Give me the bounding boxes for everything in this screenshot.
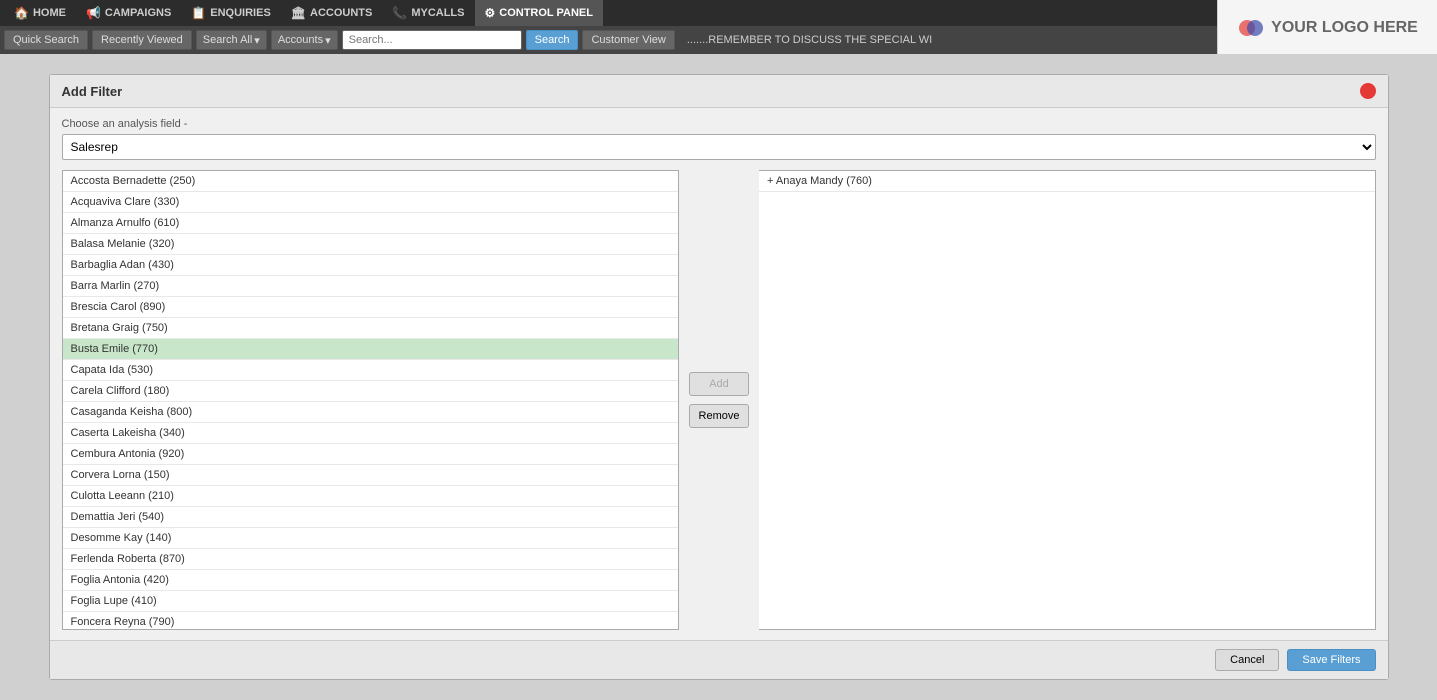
modal-header: Add Filter (50, 75, 1388, 108)
list-item[interactable]: Caserta Lakeisha (340) (63, 423, 679, 444)
modal-footer: Cancel Save Filters (50, 640, 1388, 679)
nav-enquiries[interactable]: 📋 ENQUIRIES (181, 0, 280, 26)
field-label: Choose an analysis field - (62, 118, 1376, 130)
logo-icon (1237, 14, 1265, 42)
campaigns-icon: 📢 (86, 6, 101, 20)
customer-view-button[interactable]: Customer View (582, 30, 674, 50)
list-item[interactable]: + Anaya Mandy (760) (759, 171, 1375, 192)
list-item[interactable]: Corvera Lorna (150) (63, 465, 679, 486)
mycalls-icon: 📞 (392, 6, 407, 20)
recently-viewed-button[interactable]: Recently Viewed (92, 30, 192, 50)
nav-mycalls[interactable]: 📞 MYCALLS (382, 0, 474, 26)
left-list-panel[interactable]: Accosta Bernadette (250)Acquaviva Clare … (62, 170, 680, 630)
enquiries-icon: 📋 (191, 6, 206, 20)
list-item[interactable]: Desomme Kay (140) (63, 528, 679, 549)
list-item[interactable]: Demattia Jeri (540) (63, 507, 679, 528)
chevron-down-icon: ▾ (254, 34, 260, 47)
list-item[interactable]: Bretana Graig (750) (63, 318, 679, 339)
search-all-select[interactable]: Search All ▾ (196, 30, 267, 50)
list-item[interactable]: Barra Marlin (270) (63, 276, 679, 297)
logo: YOUR LOGO HERE (1237, 14, 1418, 42)
list-item[interactable]: Balasa Melanie (320) (63, 234, 679, 255)
list-item[interactable]: Foglia Lupe (410) (63, 591, 679, 612)
nav-campaigns[interactable]: 📢 CAMPAIGNS (76, 0, 181, 26)
list-item[interactable]: Acquaviva Clare (330) (63, 192, 679, 213)
list-area: Accosta Bernadette (250)Acquaviva Clare … (62, 170, 1376, 630)
modal-close-button[interactable] (1360, 83, 1376, 99)
list-item[interactable]: Capata Ida (530) (63, 360, 679, 381)
list-item[interactable]: Brescia Carol (890) (63, 297, 679, 318)
analysis-field-select[interactable]: Salesrep (62, 134, 1376, 160)
remove-button[interactable]: Remove (689, 404, 749, 428)
search-button[interactable]: Search (526, 30, 579, 50)
home-icon: 🏠 (14, 6, 29, 20)
button-column: Add Remove (679, 170, 759, 630)
list-item[interactable]: Carela Clifford (180) (63, 381, 679, 402)
list-item[interactable]: Barbaglia Adan (430) (63, 255, 679, 276)
nav-home[interactable]: 🏠 HOME (4, 0, 76, 26)
list-item[interactable]: Accosta Bernadette (250) (63, 171, 679, 192)
quick-search-button[interactable]: Quick Search (4, 30, 88, 50)
accounts-select[interactable]: Accounts ▾ (271, 30, 338, 50)
save-filters-button[interactable]: Save Filters (1287, 649, 1375, 671)
list-item[interactable]: Culotta Leeann (210) (63, 486, 679, 507)
accounts-icon: 🏛 (291, 6, 306, 20)
add-filter-modal: Add Filter Choose an analysis field - Sa… (49, 74, 1389, 680)
chevron-down-icon-2: ▾ (325, 34, 331, 47)
control-panel-icon: ⚙ (485, 6, 496, 20)
modal-body: Choose an analysis field - Salesrep Acco… (50, 108, 1388, 640)
list-item[interactable]: Busta Emile (770) (63, 339, 679, 360)
cancel-button[interactable]: Cancel (1215, 649, 1279, 671)
nav-control-panel[interactable]: ⚙ CONTROL PANEL (475, 0, 603, 26)
search-input[interactable] (342, 30, 522, 50)
modal-title: Add Filter (62, 84, 123, 99)
marquee-text: .......REMEMBER TO DISCUSS THE SPECIAL W… (687, 34, 932, 46)
list-item[interactable]: Ferlenda Roberta (870) (63, 549, 679, 570)
list-item[interactable]: Casaganda Keisha (800) (63, 402, 679, 423)
logo-area: YOUR LOGO HERE (1217, 0, 1437, 55)
right-list-panel[interactable]: + Anaya Mandy (760) (759, 170, 1376, 630)
list-item[interactable]: Foncera Reyna (790) (63, 612, 679, 630)
list-item[interactable]: Cembura Antonia (920) (63, 444, 679, 465)
add-button[interactable]: Add (689, 372, 749, 396)
list-item[interactable]: Almanza Arnulfo (610) (63, 213, 679, 234)
main-content: Add Filter Choose an analysis field - Sa… (0, 54, 1437, 700)
nav-accounts[interactable]: 🏛 ACCOUNTS (281, 0, 383, 26)
list-item[interactable]: Foglia Antonia (420) (63, 570, 679, 591)
